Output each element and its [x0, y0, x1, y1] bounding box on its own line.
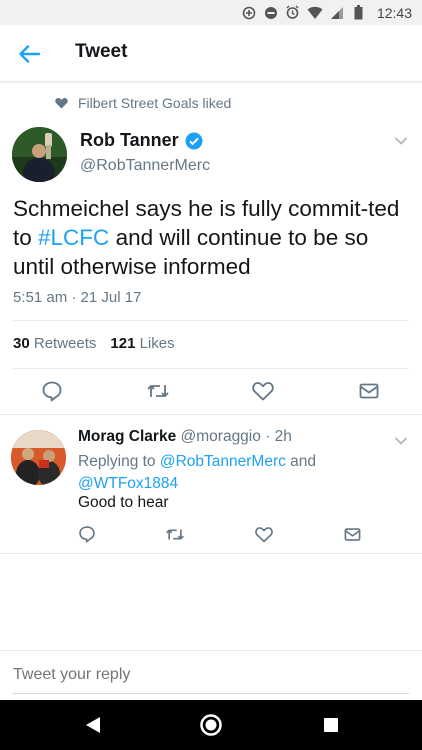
do-not-disturb-icon [263, 5, 279, 21]
retweet-icon [166, 528, 184, 539]
mention-link[interactable]: @RobTannerMerc [160, 453, 286, 470]
author-name: Rob Tanner [80, 130, 179, 150]
circle-home-icon [200, 714, 222, 736]
arrow-left-icon [19, 45, 40, 63]
retweet-button[interactable] [164, 523, 186, 545]
mention-link[interactable]: @WTFox1884 [78, 475, 178, 492]
avatar[interactable] [11, 430, 66, 485]
navigation-bar [0, 700, 422, 750]
chevron-down-icon [394, 437, 408, 445]
divider [0, 414, 422, 415]
back-button[interactable] [14, 39, 44, 69]
wifi-icon [307, 5, 323, 21]
divider [13, 368, 409, 369]
chevron-down-icon [394, 137, 408, 145]
nav-back-button[interactable] [80, 712, 106, 738]
reply-time: · 2h [265, 428, 292, 445]
retweet-button[interactable] [145, 378, 171, 404]
tweet-actions [0, 378, 422, 404]
replying-to: Replying to @RobTannerMerc and @WTFox1884 [78, 453, 317, 492]
reply-button[interactable] [76, 523, 98, 545]
heart-outline-icon [255, 526, 273, 542]
hashtag-link[interactable]: #LCFC [38, 225, 109, 250]
divider [0, 553, 422, 554]
reply-header: Morag Clarke @moraggio · 2h [78, 428, 292, 446]
square-recents-icon [324, 718, 338, 732]
status-bar: 12:43 [0, 0, 422, 25]
envelope-icon [359, 383, 379, 399]
heart-outline-icon [252, 382, 274, 401]
reply-text: Good to hear [78, 494, 169, 511]
heart-icon [55, 98, 68, 109]
author-handle: @RobTannerMerc [80, 157, 211, 174]
reply-author-name[interactable]: Morag Clarke [78, 428, 176, 445]
like-button[interactable] [253, 523, 275, 545]
social-context-text: Filbert Street Goals liked [78, 95, 232, 111]
nav-recents-button[interactable] [318, 712, 344, 738]
battery-icon [351, 5, 367, 21]
tweet-text: Schmeichel says he is fully commit-ted t… [13, 196, 400, 279]
triangle-back-icon [86, 717, 100, 733]
signal-icon [329, 5, 345, 21]
reply-button[interactable] [39, 378, 65, 404]
data-saver-icon [241, 5, 257, 21]
like-button[interactable] [250, 378, 276, 404]
retweets-stat[interactable]: 30 Retweets [13, 335, 96, 352]
app-bar: Tweet [0, 25, 422, 82]
avatar[interactable] [12, 127, 67, 182]
reply-actions [0, 523, 422, 545]
tweet-author[interactable]: Rob Tanner @RobTannerMerc [80, 130, 210, 175]
reply-author-handle[interactable]: @moraggio [181, 428, 261, 445]
tweet-timestamp: 5:51 am · 21 Jul 17 [13, 289, 142, 306]
status-time: 12:43 [376, 4, 412, 21]
alarm-icon [285, 5, 301, 21]
input-underline [13, 693, 409, 694]
social-context[interactable]: Filbert Street Goals liked [55, 94, 231, 112]
share-button[interactable] [356, 378, 382, 404]
retweet-icon [147, 385, 169, 397]
page-title: Tweet [75, 41, 128, 62]
reply-input[interactable] [13, 666, 393, 684]
likes-stat[interactable]: 121 Likes [110, 335, 174, 352]
divider [13, 320, 409, 321]
verified-badge-icon [185, 132, 203, 149]
tweet-stats: 30 Retweets 121 Likes [13, 335, 175, 352]
tweet-menu-button[interactable] [394, 133, 408, 145]
share-button[interactable] [341, 523, 363, 545]
reply-icon [42, 381, 62, 402]
reply-icon [79, 526, 95, 543]
envelope-icon [344, 527, 360, 541]
reply-menu-button[interactable] [394, 433, 408, 445]
nav-home-button[interactable] [198, 712, 224, 738]
status-icons: 12:43 [241, 3, 412, 22]
